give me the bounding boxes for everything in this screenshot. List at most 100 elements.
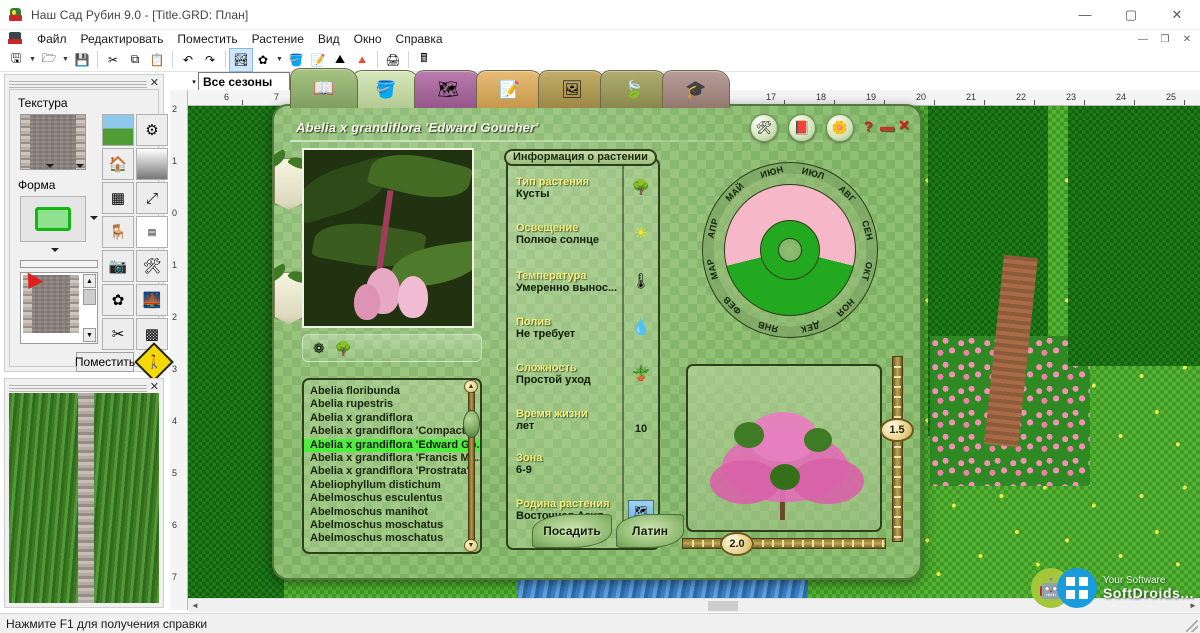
list-item[interactable]: Abelia x grandiflora 'Prostrata' xyxy=(304,465,480,478)
list-item[interactable]: Abelmoschus esculentus xyxy=(304,492,480,505)
close-icon[interactable]: ✕ xyxy=(150,76,159,89)
plant-wheel-button[interactable]: ✿ xyxy=(252,49,274,71)
minimize-button[interactable]: — xyxy=(1062,0,1108,30)
menu-item-place[interactable]: Поместить xyxy=(170,31,244,47)
copy-button[interactable]: ⧉ xyxy=(124,49,146,71)
open-file-button[interactable]: 🗁 xyxy=(38,49,60,71)
calculator-button[interactable]: 🖩 xyxy=(413,49,435,71)
texture-scrollbar-thumb[interactable] xyxy=(83,289,96,305)
plant-button[interactable]: Посадить xyxy=(532,514,612,548)
scroll-left-button[interactable]: ◄ xyxy=(188,599,202,612)
list-item[interactable]: Abelmoschus moschatus xyxy=(304,532,480,545)
list-item[interactable]: Abeliophyllum distichum xyxy=(304,479,480,492)
tab-plant-health[interactable]: 🍃 xyxy=(600,70,668,108)
texture-swatch[interactable] xyxy=(20,114,86,170)
tab-watering[interactable]: 🪣 xyxy=(352,70,420,108)
landscape-tool-icon[interactable] xyxy=(102,114,134,146)
list-item[interactable]: Abelia rupestris xyxy=(304,398,480,411)
list-item[interactable]: Abelia floribunda xyxy=(304,385,480,398)
plant-filter-bar[interactable]: ❁ 🌳 xyxy=(302,334,482,362)
menu-item-edit[interactable]: Редактировать xyxy=(74,31,171,47)
undo-button[interactable]: ↶ xyxy=(177,49,199,71)
list-item[interactable]: Abelia x grandiflora 'Francis Ma... xyxy=(304,452,480,465)
mdi-restore-button[interactable]: ❐ xyxy=(1154,31,1176,47)
plant-list[interactable]: Abelia floribunda Abelia rupestris Abeli… xyxy=(302,378,482,554)
scrollbar-thumb[interactable] xyxy=(463,410,480,438)
texture-caret-icon[interactable] xyxy=(46,164,54,168)
place-button[interactable]: Поместить xyxy=(75,352,135,372)
print-button[interactable]: 🖨 xyxy=(382,49,404,71)
redo-button[interactable]: ↷ xyxy=(199,49,221,71)
menu-item-view[interactable]: Вид xyxy=(311,31,347,47)
bridge-tool-icon[interactable]: 🌉 xyxy=(136,284,168,316)
new-file-button[interactable]: 🖫 xyxy=(5,49,27,71)
list-item-selected[interactable]: Abelia x grandiflora 'Edward Go... xyxy=(304,438,480,453)
texture-browser[interactable]: ▲ ▼ xyxy=(20,272,98,344)
resize-grip[interactable] xyxy=(1186,620,1198,632)
list-item[interactable]: Abelmoschus manihot xyxy=(304,506,480,519)
paste-button[interactable]: 📋 xyxy=(146,49,168,71)
plant-catalog-button[interactable]: 🌼 xyxy=(826,114,854,142)
list-item[interactable]: Abelia x grandiflora xyxy=(304,412,480,425)
new-file-caret-icon[interactable]: ▼ xyxy=(27,49,38,71)
list-item[interactable]: Abelmoschus moschatus xyxy=(304,519,480,532)
height-slider[interactable] xyxy=(892,356,903,542)
maximize-button[interactable]: ▢ xyxy=(1108,0,1154,30)
mdi-minimize-button[interactable]: — xyxy=(1132,31,1154,47)
texture-caret2-icon[interactable] xyxy=(76,164,84,168)
list-tool-icon[interactable]: ▤ xyxy=(136,216,168,248)
texture-scroll-strip[interactable] xyxy=(20,260,98,268)
save-file-button[interactable]: 💾 xyxy=(71,49,93,71)
open-file-caret-icon[interactable]: ▼ xyxy=(60,49,71,71)
tab-notes[interactable]: 📝 xyxy=(476,70,544,108)
gradient-tool-icon[interactable] xyxy=(136,148,168,180)
plan-view-button[interactable]: 🏞 xyxy=(229,47,253,72)
plant-encyclopedia-dialog[interactable]: Abelia x grandiflora 'Edward Goucher' 🛠 … xyxy=(272,104,922,580)
height-value-knob[interactable]: 1.5 xyxy=(880,418,914,442)
cut-button[interactable]: ✂ xyxy=(102,49,124,71)
close-dialog-button[interactable]: ✕ xyxy=(898,117,910,134)
plant-wheel-caret-icon[interactable]: ▼ xyxy=(274,49,285,71)
menu-item-help[interactable]: Справка xyxy=(389,31,450,47)
menu-item-plant[interactable]: Растение xyxy=(245,31,311,47)
tab-encyclopedia[interactable]: 📖 xyxy=(290,68,358,108)
plant-info-button[interactable]: 📕 xyxy=(788,114,816,142)
panel-grip[interactable] xyxy=(9,383,147,392)
garden-tools-button[interactable]: 🛠 xyxy=(750,114,778,142)
tab-world-map[interactable]: 🗺 xyxy=(414,70,482,108)
tab-gallery[interactable]: 🖼 xyxy=(538,70,606,108)
bench-tool-icon[interactable]: 🪑 xyxy=(102,216,134,248)
menu-item-file[interactable]: Файл xyxy=(30,31,74,47)
flower-tool-icon[interactable]: ✿ xyxy=(102,284,134,316)
close-icon[interactable]: ✕ xyxy=(150,380,159,393)
scroll-down-button[interactable]: ▼ xyxy=(464,539,478,552)
help-button[interactable]: ? xyxy=(864,118,873,134)
latin-button[interactable]: Латин xyxy=(616,514,684,548)
fence-tool-icon[interactable]: ▦ xyxy=(102,182,134,214)
house-tool-icon[interactable]: 🏠 xyxy=(102,148,134,180)
list-item[interactable]: Abelia x grandiflora 'Compacta' xyxy=(304,425,480,438)
prune-tool-icon[interactable]: ✂ xyxy=(102,318,134,350)
minimize-dialog-button[interactable]: ▬ xyxy=(880,118,894,134)
scroll-up-button[interactable]: ▲ xyxy=(464,380,478,393)
shape-caret2-icon[interactable] xyxy=(51,248,59,252)
tab-expert[interactable]: 🎓 xyxy=(662,70,730,108)
camera-tool-icon[interactable]: 📷 xyxy=(102,250,134,282)
dimension-tool-icon[interactable]: ⤢ xyxy=(136,182,168,214)
season-select[interactable]: Все сезоны xyxy=(198,72,290,92)
plant-list-scrollbar[interactable]: ▲ ▼ xyxy=(463,380,480,552)
terrain-cone-button[interactable]: 🔺 xyxy=(351,49,373,71)
texture-scroll-up[interactable]: ▲ xyxy=(83,274,96,288)
close-button[interactable]: ✕ xyxy=(1154,0,1200,30)
width-value-knob[interactable]: 2.0 xyxy=(720,532,754,556)
bloom-calendar-wheel[interactable]: ЯНВ ФЕВ МАР АПР МАЙ ИЮН ИЮЛ АВГ СЕН ОКТ … xyxy=(702,162,878,338)
shape-caret-icon[interactable] xyxy=(90,216,98,220)
panel-grip[interactable] xyxy=(9,79,147,88)
width-slider[interactable] xyxy=(682,538,886,549)
structure-tool-icon[interactable]: ⚙ xyxy=(136,114,168,146)
mdi-close-button[interactable]: ✕ xyxy=(1176,31,1198,47)
settings-tool-icon[interactable]: 🛠 xyxy=(136,250,168,282)
shape-well[interactable] xyxy=(20,196,86,242)
texture-scroll-down[interactable]: ▼ xyxy=(83,328,96,342)
scrollbar-thumb[interactable] xyxy=(708,601,738,611)
